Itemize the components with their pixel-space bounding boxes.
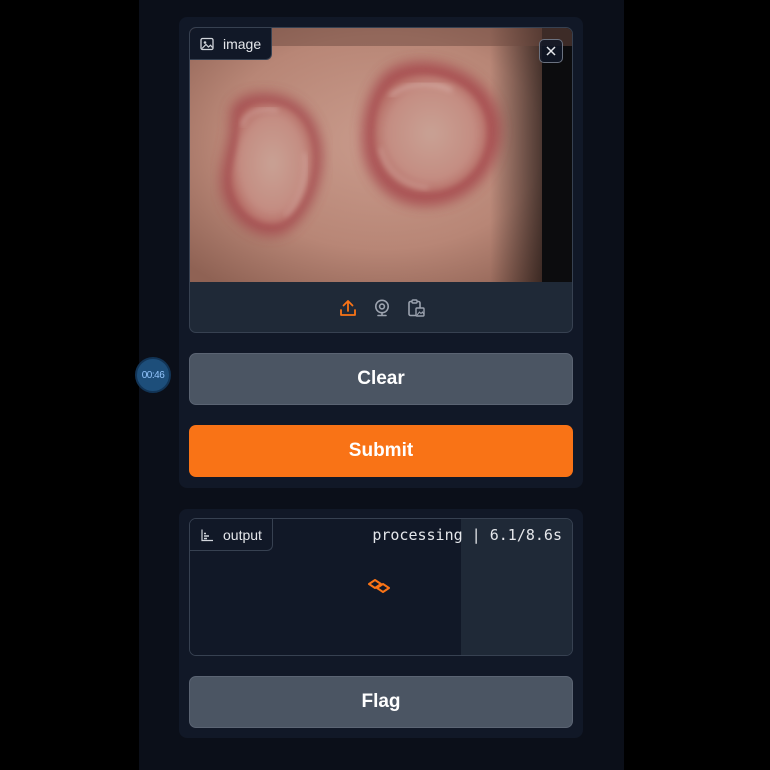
webcam-icon[interactable] xyxy=(372,298,392,318)
image-label-text: image xyxy=(223,35,262,52)
progress-status: processing | 6.1/8.6s xyxy=(372,526,562,544)
loading-spinner-icon xyxy=(368,579,390,593)
image-icon xyxy=(200,37,214,50)
flag-button[interactable]: Flag xyxy=(189,676,573,728)
image-input[interactable]: image xyxy=(189,27,573,333)
output-label-text: output xyxy=(223,526,262,543)
image-label: image xyxy=(190,28,273,60)
upload-icon[interactable] xyxy=(338,298,358,318)
submit-button[interactable]: Submit xyxy=(189,425,573,477)
output-box: output processing | 6.1/8.6s xyxy=(189,518,573,656)
clear-image-button[interactable] xyxy=(539,39,563,63)
output-label: output xyxy=(190,519,273,551)
close-icon xyxy=(546,46,556,56)
source-toolbar xyxy=(190,282,572,332)
clipboard-paste-icon[interactable] xyxy=(406,298,426,318)
uploaded-image xyxy=(190,28,572,282)
bar-chart-icon xyxy=(201,529,213,541)
clear-button[interactable]: Clear xyxy=(189,353,573,405)
timer-badge: 00:46 xyxy=(135,357,171,393)
